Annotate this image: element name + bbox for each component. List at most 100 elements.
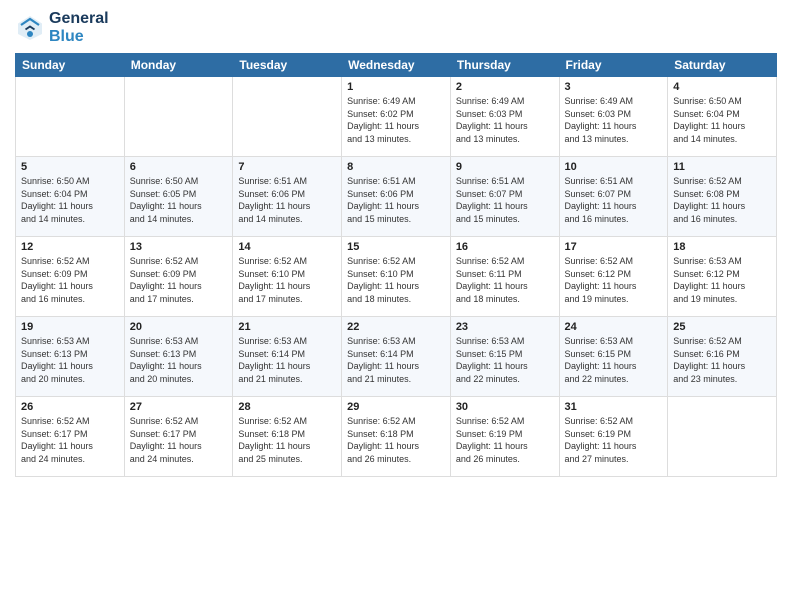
- weekday-header: Tuesday: [233, 54, 342, 77]
- calendar-cell: 6 Sunrise: 6:50 AM Sunset: 6:05 PM Daylig…: [124, 157, 233, 237]
- day-number: 18: [673, 241, 771, 253]
- cell-info: Sunrise: 6:49 AM Sunset: 6:03 PM Dayligh…: [456, 95, 554, 145]
- calendar-week-row: 19 Sunrise: 6:53 AM Sunset: 6:13 PM Dayli…: [16, 317, 777, 397]
- calendar-cell: 27 Sunrise: 6:52 AM Sunset: 6:17 PM Dayli…: [124, 397, 233, 477]
- cell-info: Sunrise: 6:51 AM Sunset: 6:06 PM Dayligh…: [347, 175, 445, 225]
- weekday-header: Thursday: [450, 54, 559, 77]
- cell-info: Sunrise: 6:53 AM Sunset: 6:13 PM Dayligh…: [130, 335, 228, 385]
- cell-info: Sunrise: 6:52 AM Sunset: 6:09 PM Dayligh…: [130, 255, 228, 305]
- calendar-cell: 9 Sunrise: 6:51 AM Sunset: 6:07 PM Daylig…: [450, 157, 559, 237]
- day-number: 14: [238, 241, 336, 253]
- day-number: 24: [565, 321, 663, 333]
- logo: General Blue: [15, 10, 109, 45]
- calendar-cell: 13 Sunrise: 6:52 AM Sunset: 6:09 PM Dayli…: [124, 237, 233, 317]
- logo-icon: [15, 13, 45, 43]
- day-number: 1: [347, 81, 445, 93]
- cell-info: Sunrise: 6:52 AM Sunset: 6:18 PM Dayligh…: [238, 415, 336, 465]
- cell-info: Sunrise: 6:52 AM Sunset: 6:19 PM Dayligh…: [565, 415, 663, 465]
- calendar-week-row: 26 Sunrise: 6:52 AM Sunset: 6:17 PM Dayli…: [16, 397, 777, 477]
- cell-info: Sunrise: 6:52 AM Sunset: 6:10 PM Dayligh…: [347, 255, 445, 305]
- cell-info: Sunrise: 6:53 AM Sunset: 6:12 PM Dayligh…: [673, 255, 771, 305]
- calendar-cell: 29Sunrise: 6:52 AM Sunset: 6:18 PM Dayli…: [342, 397, 451, 477]
- calendar-cell: 19Sunrise: 6:53 AM Sunset: 6:13 PM Dayli…: [16, 317, 125, 397]
- calendar-cell: 7 Sunrise: 6:51 AM Sunset: 6:06 PM Daylig…: [233, 157, 342, 237]
- day-number: 6: [130, 161, 228, 173]
- calendar-cell: 8Sunrise: 6:51 AM Sunset: 6:06 PM Daylig…: [342, 157, 451, 237]
- calendar-cell: 5 Sunrise: 6:50 AM Sunset: 6:04 PM Daylig…: [16, 157, 125, 237]
- day-number: 2: [456, 81, 554, 93]
- day-number: 9: [456, 161, 554, 173]
- cell-info: Sunrise: 6:52 AM Sunset: 6:17 PM Dayligh…: [21, 415, 119, 465]
- calendar-cell: 14 Sunrise: 6:52 AM Sunset: 6:10 PM Dayli…: [233, 237, 342, 317]
- day-number: 21: [238, 321, 336, 333]
- day-number: 16: [456, 241, 554, 253]
- calendar-week-row: 5 Sunrise: 6:50 AM Sunset: 6:04 PM Daylig…: [16, 157, 777, 237]
- day-number: 30: [456, 401, 554, 413]
- calendar-cell: 30 Sunrise: 6:52 AM Sunset: 6:19 PM Dayli…: [450, 397, 559, 477]
- calendar-cell: 22Sunrise: 6:53 AM Sunset: 6:14 PM Dayli…: [342, 317, 451, 397]
- calendar-cell: 2 Sunrise: 6:49 AM Sunset: 6:03 PM Daylig…: [450, 77, 559, 157]
- cell-info: Sunrise: 6:50 AM Sunset: 6:05 PM Dayligh…: [130, 175, 228, 225]
- weekday-header: Monday: [124, 54, 233, 77]
- weekday-header: Friday: [559, 54, 668, 77]
- calendar-cell: 12Sunrise: 6:52 AM Sunset: 6:09 PM Dayli…: [16, 237, 125, 317]
- weekday-header: Wednesday: [342, 54, 451, 77]
- cell-info: Sunrise: 6:52 AM Sunset: 6:18 PM Dayligh…: [347, 415, 445, 465]
- calendar-cell: 24 Sunrise: 6:53 AM Sunset: 6:15 PM Dayli…: [559, 317, 668, 397]
- logo-text: General Blue: [49, 10, 109, 45]
- day-number: 28: [238, 401, 336, 413]
- calendar-table: SundayMondayTuesdayWednesdayThursdayFrid…: [15, 53, 777, 477]
- day-number: 7: [238, 161, 336, 173]
- cell-info: Sunrise: 6:51 AM Sunset: 6:06 PM Dayligh…: [238, 175, 336, 225]
- cell-info: Sunrise: 6:52 AM Sunset: 6:09 PM Dayligh…: [21, 255, 119, 305]
- calendar-week-row: 12Sunrise: 6:52 AM Sunset: 6:09 PM Dayli…: [16, 237, 777, 317]
- cell-info: Sunrise: 6:50 AM Sunset: 6:04 PM Dayligh…: [673, 95, 771, 145]
- calendar-cell: 21 Sunrise: 6:53 AM Sunset: 6:14 PM Dayli…: [233, 317, 342, 397]
- calendar-cell: 15 Sunrise: 6:52 AM Sunset: 6:10 PM Dayli…: [342, 237, 451, 317]
- calendar-cell: 20 Sunrise: 6:53 AM Sunset: 6:13 PM Dayli…: [124, 317, 233, 397]
- weekday-header: Saturday: [668, 54, 777, 77]
- calendar-cell: [124, 77, 233, 157]
- cell-info: Sunrise: 6:52 AM Sunset: 6:12 PM Dayligh…: [565, 255, 663, 305]
- calendar-cell: 3Sunrise: 6:49 AM Sunset: 6:03 PM Daylig…: [559, 77, 668, 157]
- calendar-cell: [668, 397, 777, 477]
- day-number: 15: [347, 241, 445, 253]
- cell-info: Sunrise: 6:52 AM Sunset: 6:16 PM Dayligh…: [673, 335, 771, 385]
- day-number: 4: [673, 81, 771, 93]
- cell-info: Sunrise: 6:53 AM Sunset: 6:15 PM Dayligh…: [565, 335, 663, 385]
- day-number: 17: [565, 241, 663, 253]
- day-number: 11: [673, 161, 771, 173]
- calendar-cell: 16 Sunrise: 6:52 AM Sunset: 6:11 PM Dayli…: [450, 237, 559, 317]
- calendar-cell: [16, 77, 125, 157]
- calendar-cell: 17 Sunrise: 6:52 AM Sunset: 6:12 PM Dayli…: [559, 237, 668, 317]
- day-number: 19: [21, 321, 119, 333]
- cell-info: Sunrise: 6:52 AM Sunset: 6:19 PM Dayligh…: [456, 415, 554, 465]
- calendar-cell: 23 Sunrise: 6:53 AM Sunset: 6:15 PM Dayli…: [450, 317, 559, 397]
- cell-info: Sunrise: 6:50 AM Sunset: 6:04 PM Dayligh…: [21, 175, 119, 225]
- day-number: 23: [456, 321, 554, 333]
- cell-info: Sunrise: 6:53 AM Sunset: 6:15 PM Dayligh…: [456, 335, 554, 385]
- day-number: 13: [130, 241, 228, 253]
- day-number: 25: [673, 321, 771, 333]
- calendar-cell: 10Sunrise: 6:51 AM Sunset: 6:07 PM Dayli…: [559, 157, 668, 237]
- calendar-week-row: 1Sunrise: 6:49 AM Sunset: 6:02 PM Daylig…: [16, 77, 777, 157]
- day-number: 5: [21, 161, 119, 173]
- cell-info: Sunrise: 6:51 AM Sunset: 6:07 PM Dayligh…: [565, 175, 663, 225]
- cell-info: Sunrise: 6:52 AM Sunset: 6:10 PM Dayligh…: [238, 255, 336, 305]
- cell-info: Sunrise: 6:53 AM Sunset: 6:14 PM Dayligh…: [347, 335, 445, 385]
- cell-info: Sunrise: 6:49 AM Sunset: 6:03 PM Dayligh…: [565, 95, 663, 145]
- calendar-cell: 31 Sunrise: 6:52 AM Sunset: 6:19 PM Dayli…: [559, 397, 668, 477]
- day-number: 31: [565, 401, 663, 413]
- cell-info: Sunrise: 6:51 AM Sunset: 6:07 PM Dayligh…: [456, 175, 554, 225]
- day-number: 26: [21, 401, 119, 413]
- calendar-cell: 28 Sunrise: 6:52 AM Sunset: 6:18 PM Dayli…: [233, 397, 342, 477]
- calendar-header-row: SundayMondayTuesdayWednesdayThursdayFrid…: [16, 54, 777, 77]
- cell-info: Sunrise: 6:52 AM Sunset: 6:17 PM Dayligh…: [130, 415, 228, 465]
- cell-info: Sunrise: 6:53 AM Sunset: 6:14 PM Dayligh…: [238, 335, 336, 385]
- cell-info: Sunrise: 6:52 AM Sunset: 6:11 PM Dayligh…: [456, 255, 554, 305]
- cell-info: Sunrise: 6:52 AM Sunset: 6:08 PM Dayligh…: [673, 175, 771, 225]
- day-number: 27: [130, 401, 228, 413]
- calendar-cell: [233, 77, 342, 157]
- day-number: 20: [130, 321, 228, 333]
- weekday-header: Sunday: [16, 54, 125, 77]
